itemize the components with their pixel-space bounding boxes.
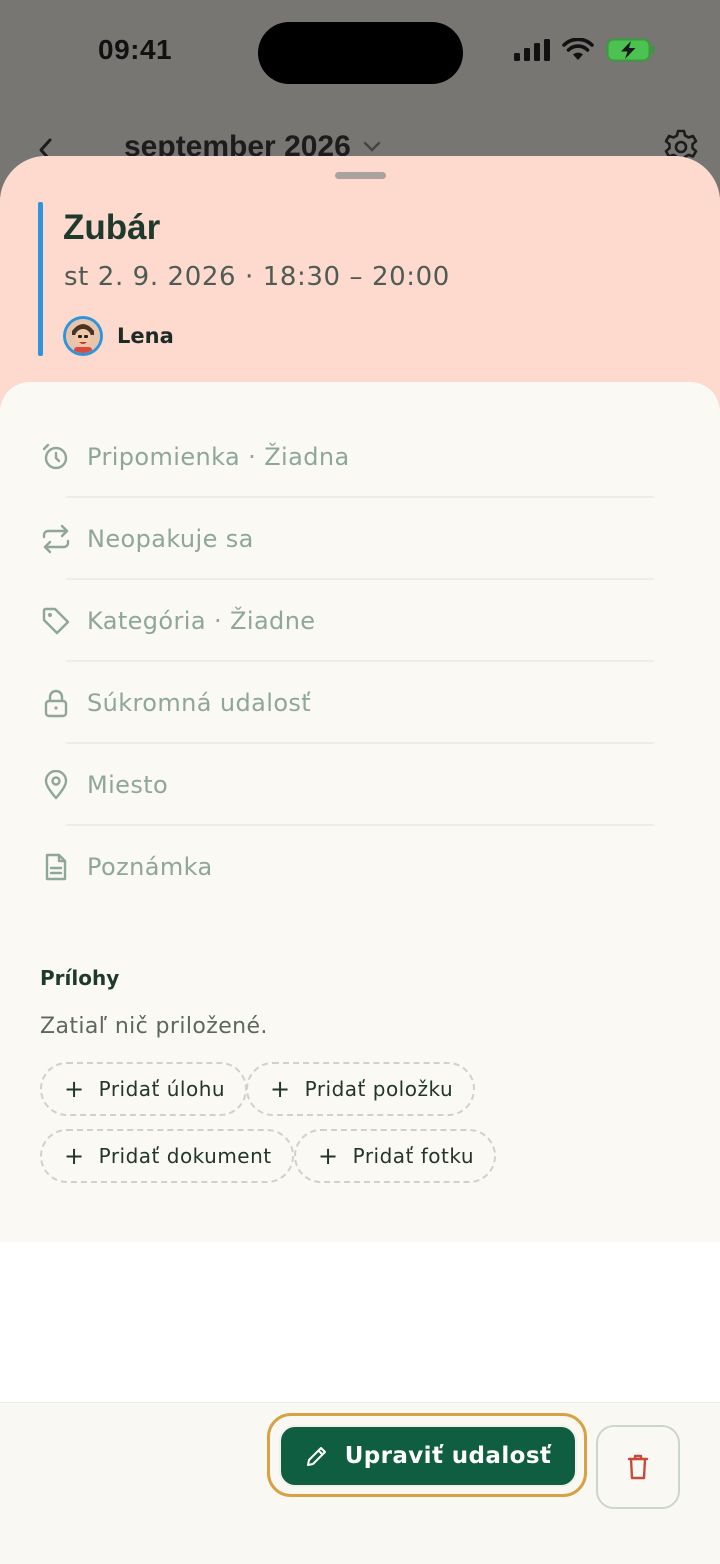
event-participant: Lena [63, 316, 174, 356]
trash-icon [627, 1454, 649, 1480]
plus-icon: + [270, 1075, 291, 1103]
repeat-row[interactable]: Neopakuje sa [40, 498, 654, 580]
add-document-button[interactable]: + Pridať dokument [40, 1129, 294, 1183]
tag-icon [40, 605, 72, 637]
add-task-label: Pridať úlohu [98, 1077, 226, 1101]
plus-icon: + [318, 1142, 339, 1170]
sheet-grabber[interactable] [335, 172, 386, 179]
status-bar: 09:41 [0, 0, 720, 110]
location-pin-icon [40, 769, 72, 801]
bottom-action-bar: Upraviť udalosť [0, 1402, 720, 1564]
add-photo-label: Pridať fotku [352, 1144, 475, 1168]
repeat-label: Neopakuje sa [87, 525, 254, 553]
participant-name: Lena [117, 324, 174, 348]
pencil-icon [306, 1447, 326, 1466]
delete-event-button[interactable] [596, 1425, 680, 1509]
private-event-label: Súkromná udalosť [87, 689, 312, 717]
plus-icon: + [64, 1142, 85, 1170]
lock-icon [40, 687, 72, 719]
location-row[interactable]: Miesto [40, 744, 654, 826]
category-label: Kategória · Žiadne [87, 607, 316, 635]
event-details: Pripomienka · Žiadna Neopakuje sa Kategó… [0, 382, 720, 1242]
add-item-label: Pridať položku [304, 1077, 454, 1101]
edit-event-button[interactable]: Upraviť udalosť [279, 1425, 577, 1487]
add-item-button[interactable]: + Pridať položku [246, 1062, 476, 1116]
category-row[interactable]: Kategória · Žiadne [40, 580, 654, 662]
event-detail-sheet: Zubár st 2. 9. 2026 · 18:30 – 20:00 Lena [0, 156, 720, 1564]
alarm-icon [40, 441, 72, 473]
attachments-title: Prílohy [40, 966, 120, 990]
chevron-down-icon [363, 141, 381, 152]
wifi-icon [562, 38, 594, 60]
reminder-row[interactable]: Pripomienka · Žiadna [40, 416, 654, 498]
note-label: Poznámka [87, 853, 213, 881]
plus-icon: + [64, 1075, 85, 1103]
add-photo-button[interactable]: + Pridať fotku [294, 1129, 497, 1183]
status-icons [514, 38, 656, 62]
event-title: Zubár [63, 208, 161, 247]
dynamic-island [258, 22, 463, 84]
location-label: Miesto [87, 771, 169, 799]
cellular-signal-icon [514, 39, 550, 61]
event-color-bar [38, 202, 43, 356]
event-datetime: st 2. 9. 2026 · 18:30 – 20:00 [64, 262, 450, 292]
attachments-empty-text: Zatiaľ nič priložené. [40, 1014, 268, 1039]
add-document-label: Pridať dokument [98, 1144, 272, 1168]
battery-charging-icon [606, 38, 655, 62]
reminder-label: Pripomienka · Žiadna [87, 443, 350, 471]
add-task-button[interactable]: + Pridať úlohu [40, 1062, 248, 1116]
private-event-row[interactable]: Súkromná udalosť [40, 662, 654, 744]
avatar [63, 316, 103, 356]
repeat-icon [40, 523, 72, 555]
edit-event-label: Upraviť udalosť [344, 1443, 552, 1469]
document-icon [40, 851, 72, 883]
note-row[interactable]: Poznámka [40, 826, 654, 908]
status-time: 09:41 [98, 34, 173, 65]
